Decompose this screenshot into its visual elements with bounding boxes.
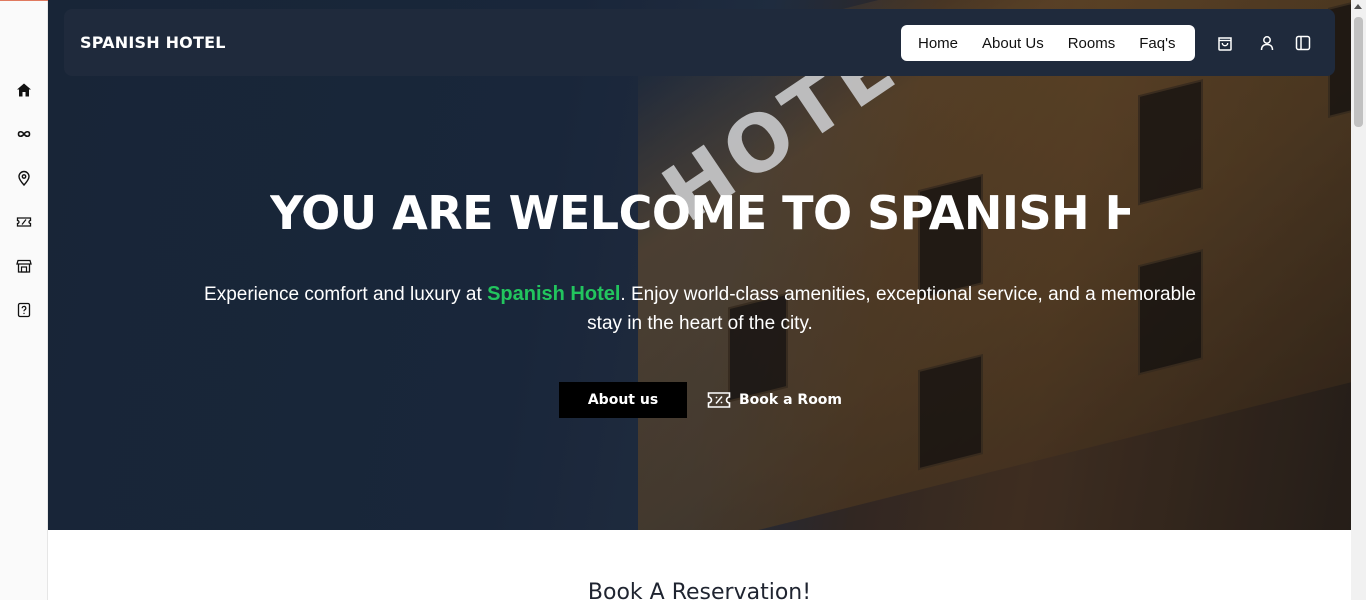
nav-link-rooms[interactable]: Rooms [1068,35,1116,52]
nav-link-about-us[interactable]: About Us [982,35,1044,52]
home-icon[interactable] [12,78,36,102]
page-scrollbar[interactable] [1351,0,1366,600]
reservation-section: Book A Reservation! [64,530,1335,600]
infinity-icon[interactable] [12,122,36,146]
hero-subtitle-start: Experience comfort and luxury at [204,284,488,305]
hero-section: HOTEL [48,0,1351,530]
hero-subtitle-end: . Enjoy world-class amenities, exception… [587,284,1196,334]
shopping-bag-icon[interactable] [1215,33,1235,53]
book-room-button[interactable]: Book a Room [707,388,842,412]
hero-title: YOU ARE WELCOME TO SPANISH HOT [270,186,1130,240]
brand-logo[interactable]: SPANISH HOTEL [80,33,226,52]
scroll-thumb[interactable] [1354,17,1363,127]
hero-subtitle-hotel-name: Spanish Hotel [487,283,621,305]
top-navbar: SPANISH HOTEL Home About Us Rooms Faq's [64,9,1335,76]
ticket-icon[interactable] [12,210,36,234]
reservation-title: Book A Reservation! [587,580,812,600]
nav-link-home[interactable]: Home [918,35,958,52]
scroll-up-arrow-icon[interactable] [1354,4,1362,9]
nav-links: Home About Us Rooms Faq's [901,25,1195,61]
user-icon[interactable] [1257,33,1277,53]
about-us-button[interactable]: About us [559,382,687,418]
ticket-icon [707,392,731,408]
panel-icon[interactable] [1293,33,1313,53]
map-pin-icon[interactable] [12,166,36,190]
hero-subtitle: Experience comfort and luxury at Spanish… [200,280,1200,338]
store-icon[interactable] [12,254,36,278]
help-file-icon[interactable] [12,298,36,322]
book-room-label: Book a Room [739,392,843,408]
nav-link-faqs[interactable]: Faq's [1139,35,1175,52]
left-sidebar [0,1,48,600]
